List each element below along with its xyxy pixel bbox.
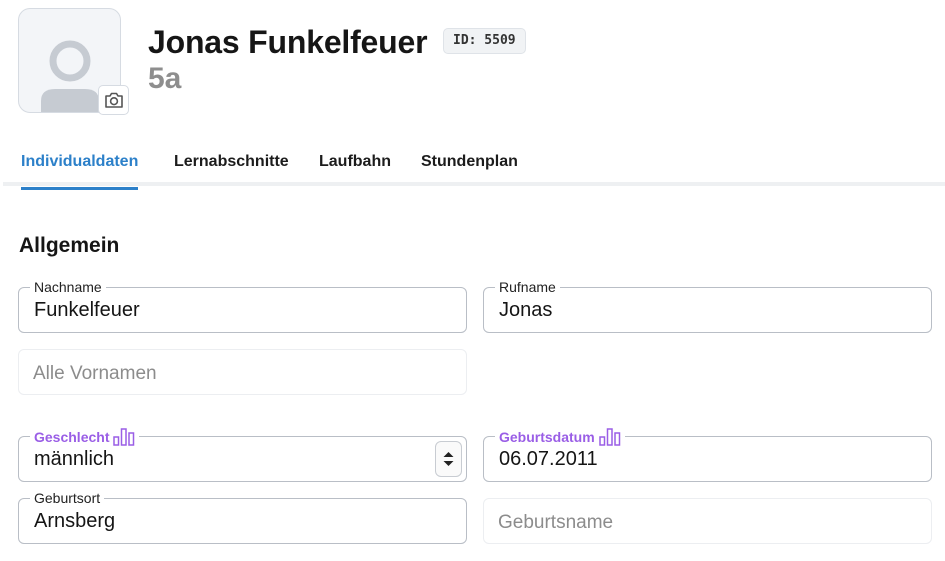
id-badge: ID: 5509	[443, 28, 526, 54]
tab-bar: Individualdaten Lernabschnitte Laufbahn …	[3, 146, 945, 190]
nachname-field[interactable]: Nachname Funkelfeuer	[18, 279, 467, 333]
section-title: Allgemein	[19, 234, 120, 257]
geschlecht-value: männlich	[34, 448, 115, 470]
class-label: 5a	[148, 62, 182, 95]
tab-lernabschnitte[interactable]: Lernabschnitte	[174, 153, 289, 186]
geburtsort-label: Geburtsort	[30, 490, 105, 506]
geschlecht-label-wrap: Geschlecht	[30, 428, 140, 446]
chevron-up-down-icon	[443, 452, 454, 466]
geburtsname-field[interactable]: Geburtsname	[483, 498, 932, 544]
nachname-value: Funkelfeuer	[34, 299, 140, 321]
statistics-bar-icon	[598, 428, 620, 446]
student-name: Jonas Funkelfeuer	[148, 24, 428, 60]
geburtsdatum-field[interactable]: Geburtsdatum 06.07.2011	[483, 428, 932, 482]
geburtsname-placeholder: Geburtsname	[498, 512, 614, 533]
change-photo-button[interactable]	[98, 85, 129, 115]
vornamen-placeholder: Alle Vornamen	[33, 363, 157, 384]
statistics-bar-icon	[113, 428, 135, 446]
geburtsort-value: Arnsberg	[34, 510, 116, 532]
geburtsort-field[interactable]: Geburtsort Arnsberg	[18, 490, 467, 544]
geschlecht-label: Geschlecht	[34, 429, 110, 445]
rufname-field[interactable]: Rufname Jonas	[483, 279, 932, 333]
vornamen-field[interactable]: Alle Vornamen	[18, 349, 467, 395]
geschlecht-select[interactable]: Geschlecht männlich	[18, 428, 467, 482]
tab-laufbahn[interactable]: Laufbahn	[319, 153, 391, 186]
geschlecht-select-arrows[interactable]	[435, 441, 462, 477]
geburtsdatum-label-wrap: Geburtsdatum	[495, 428, 625, 446]
tab-individualdaten[interactable]: Individualdaten	[21, 153, 139, 190]
tab-stundenplan[interactable]: Stundenplan	[421, 153, 518, 186]
rufname-value: Jonas	[499, 299, 553, 321]
nachname-label: Nachname	[30, 279, 106, 295]
camera-icon	[104, 92, 123, 108]
geburtsdatum-label: Geburtsdatum	[499, 429, 595, 445]
geburtsdatum-value: 06.07.2011	[499, 448, 598, 470]
rufname-label: Rufname	[495, 279, 560, 295]
